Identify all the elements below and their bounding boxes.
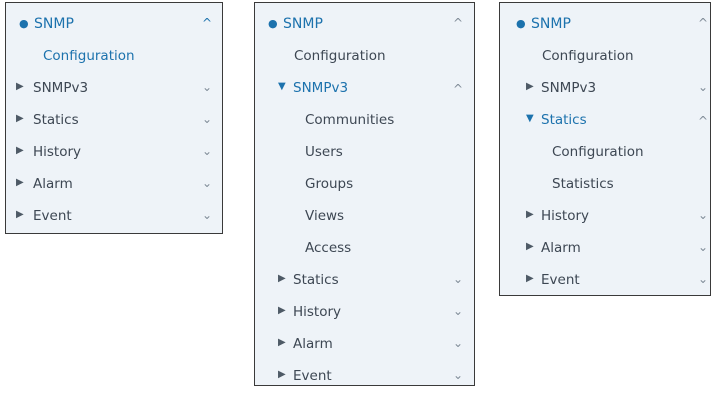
snmp-label: SNMP xyxy=(34,16,74,32)
alarm-label: Alarm xyxy=(541,240,581,256)
configuration-label: Configuration xyxy=(542,48,634,64)
statics-label: Statics xyxy=(541,112,587,128)
chevron-down-icon[interactable]: ⌄ xyxy=(453,272,463,286)
menu-item-history[interactable]: ▶ History ⌄ xyxy=(255,297,474,329)
history-label: History xyxy=(33,144,82,160)
menu-item-statics[interactable]: ▼ Statics ^ xyxy=(500,105,710,137)
history-label: History xyxy=(293,304,342,320)
history-label: History xyxy=(541,208,590,224)
users-label: Users xyxy=(305,144,343,160)
submenu-item-access[interactable]: Access xyxy=(255,233,474,265)
groups-label: Groups xyxy=(305,176,354,192)
chevron-down-icon[interactable]: ⌄ xyxy=(202,80,212,94)
snmp-menu-panel-statics-expanded: ● SNMP ^ Configuration ▶ SNMPv3 ⌄ ▼ Stat… xyxy=(499,2,711,296)
submenu-item-statistics[interactable]: Statistics xyxy=(500,169,710,201)
snmpv3-label: SNMPv3 xyxy=(293,80,349,96)
chevron-up-icon[interactable]: ^ xyxy=(453,16,463,30)
snmp-label: SNMP xyxy=(531,16,571,32)
snmp-menu-panel-collapsed: ● SNMP ^ Configuration ▶ SNMPv3 ⌄ ▶ Stat… xyxy=(5,2,223,234)
caret-right-icon: ▶ xyxy=(278,369,286,380)
communities-label: Communities xyxy=(305,112,395,128)
configuration-label: Configuration xyxy=(43,48,135,64)
caret-right-icon: ▶ xyxy=(16,113,24,124)
submenu-item-communities[interactable]: Communities xyxy=(255,105,474,137)
caret-right-icon: ▶ xyxy=(16,177,24,188)
bullet-icon: ● xyxy=(268,17,278,30)
caret-right-icon: ▶ xyxy=(16,81,24,92)
menu-item-statics[interactable]: ▶ Statics ⌄ xyxy=(255,265,474,297)
chevron-down-icon[interactable]: ⌄ xyxy=(698,272,708,286)
caret-right-icon: ▶ xyxy=(526,241,534,252)
chevron-down-icon[interactable]: ⌄ xyxy=(453,304,463,318)
menu-item-configuration[interactable]: Configuration xyxy=(6,41,222,73)
snmp-menu-header[interactable]: ● SNMP ^ xyxy=(500,9,710,41)
chevron-down-icon[interactable]: ⌄ xyxy=(453,336,463,350)
chevron-up-icon[interactable]: ^ xyxy=(698,114,708,128)
submenu-item-views[interactable]: Views xyxy=(255,201,474,233)
menu-item-snmpv3[interactable]: ▶ SNMPv3 ⌄ xyxy=(500,73,710,105)
snmp-menu-header[interactable]: ● SNMP ^ xyxy=(255,9,474,41)
chevron-down-icon[interactable]: ⌄ xyxy=(698,80,708,94)
chevron-down-icon[interactable]: ⌄ xyxy=(453,368,463,382)
menu-item-configuration[interactable]: Configuration xyxy=(255,41,474,73)
caret-right-icon: ▶ xyxy=(278,273,286,284)
submenu-item-groups[interactable]: Groups xyxy=(255,169,474,201)
snmpv3-label: SNMPv3 xyxy=(541,80,597,96)
caret-down-icon: ▼ xyxy=(526,113,534,124)
views-label: Views xyxy=(305,208,345,224)
menu-item-snmpv3[interactable]: ▼ SNMPv3 ^ xyxy=(255,73,474,105)
menu-item-event[interactable]: ▶ Event ⌄ xyxy=(6,201,222,233)
submenu-item-users[interactable]: Users xyxy=(255,137,474,169)
chevron-down-icon[interactable]: ⌄ xyxy=(202,112,212,126)
event-label: Event xyxy=(33,208,72,224)
access-label: Access xyxy=(305,240,352,256)
menu-item-alarm[interactable]: ▶ Alarm ⌄ xyxy=(500,233,710,265)
configuration-label: Configuration xyxy=(294,48,386,64)
snmpv3-label: SNMPv3 xyxy=(33,80,89,96)
chevron-up-icon[interactable]: ^ xyxy=(453,82,463,96)
chevron-down-icon[interactable]: ⌄ xyxy=(202,144,212,158)
statics-label: Statics xyxy=(33,112,79,128)
statics-label: Statics xyxy=(293,272,339,288)
submenu-item-configuration[interactable]: Configuration xyxy=(500,137,710,169)
menu-item-snmpv3[interactable]: ▶ SNMPv3 ⌄ xyxy=(6,73,222,105)
caret-right-icon: ▶ xyxy=(16,209,24,220)
caret-right-icon: ▶ xyxy=(526,81,534,92)
snmp-menu-panel-snmpv3-expanded: ● SNMP ^ Configuration ▼ SNMPv3 ^ Commun… xyxy=(254,2,475,386)
event-label: Event xyxy=(293,368,332,384)
alarm-label: Alarm xyxy=(33,176,73,192)
chevron-down-icon[interactable]: ⌄ xyxy=(698,208,708,222)
menu-item-configuration[interactable]: Configuration xyxy=(500,41,710,73)
snmp-label: SNMP xyxy=(283,16,323,32)
bullet-icon: ● xyxy=(19,17,29,30)
caret-right-icon: ▶ xyxy=(526,273,534,284)
menu-item-event[interactable]: ▶ Event ⌄ xyxy=(255,361,474,393)
menu-item-alarm[interactable]: ▶ Alarm ⌄ xyxy=(6,169,222,201)
statistics-label: Statistics xyxy=(552,176,614,192)
chevron-down-icon[interactable]: ⌄ xyxy=(698,240,708,254)
menu-item-event[interactable]: ▶ Event ⌄ xyxy=(500,265,710,297)
caret-right-icon: ▶ xyxy=(278,305,286,316)
bullet-icon: ● xyxy=(516,17,526,30)
menu-item-statics[interactable]: ▶ Statics ⌄ xyxy=(6,105,222,137)
menu-item-alarm[interactable]: ▶ Alarm ⌄ xyxy=(255,329,474,361)
caret-right-icon: ▶ xyxy=(278,337,286,348)
snmp-menu-header[interactable]: ● SNMP ^ xyxy=(6,9,222,41)
chevron-down-icon[interactable]: ⌄ xyxy=(202,176,212,190)
menu-item-history[interactable]: ▶ History ⌄ xyxy=(6,137,222,169)
menu-item-history[interactable]: ▶ History ⌄ xyxy=(500,201,710,233)
caret-right-icon: ▶ xyxy=(526,209,534,220)
chevron-down-icon[interactable]: ⌄ xyxy=(202,208,212,222)
statics-configuration-label: Configuration xyxy=(552,144,644,160)
event-label: Event xyxy=(541,272,580,288)
caret-down-icon: ▼ xyxy=(278,81,286,92)
alarm-label: Alarm xyxy=(293,336,333,352)
caret-right-icon: ▶ xyxy=(16,145,24,156)
chevron-up-icon[interactable]: ^ xyxy=(202,16,212,30)
chevron-up-icon[interactable]: ^ xyxy=(698,16,708,30)
